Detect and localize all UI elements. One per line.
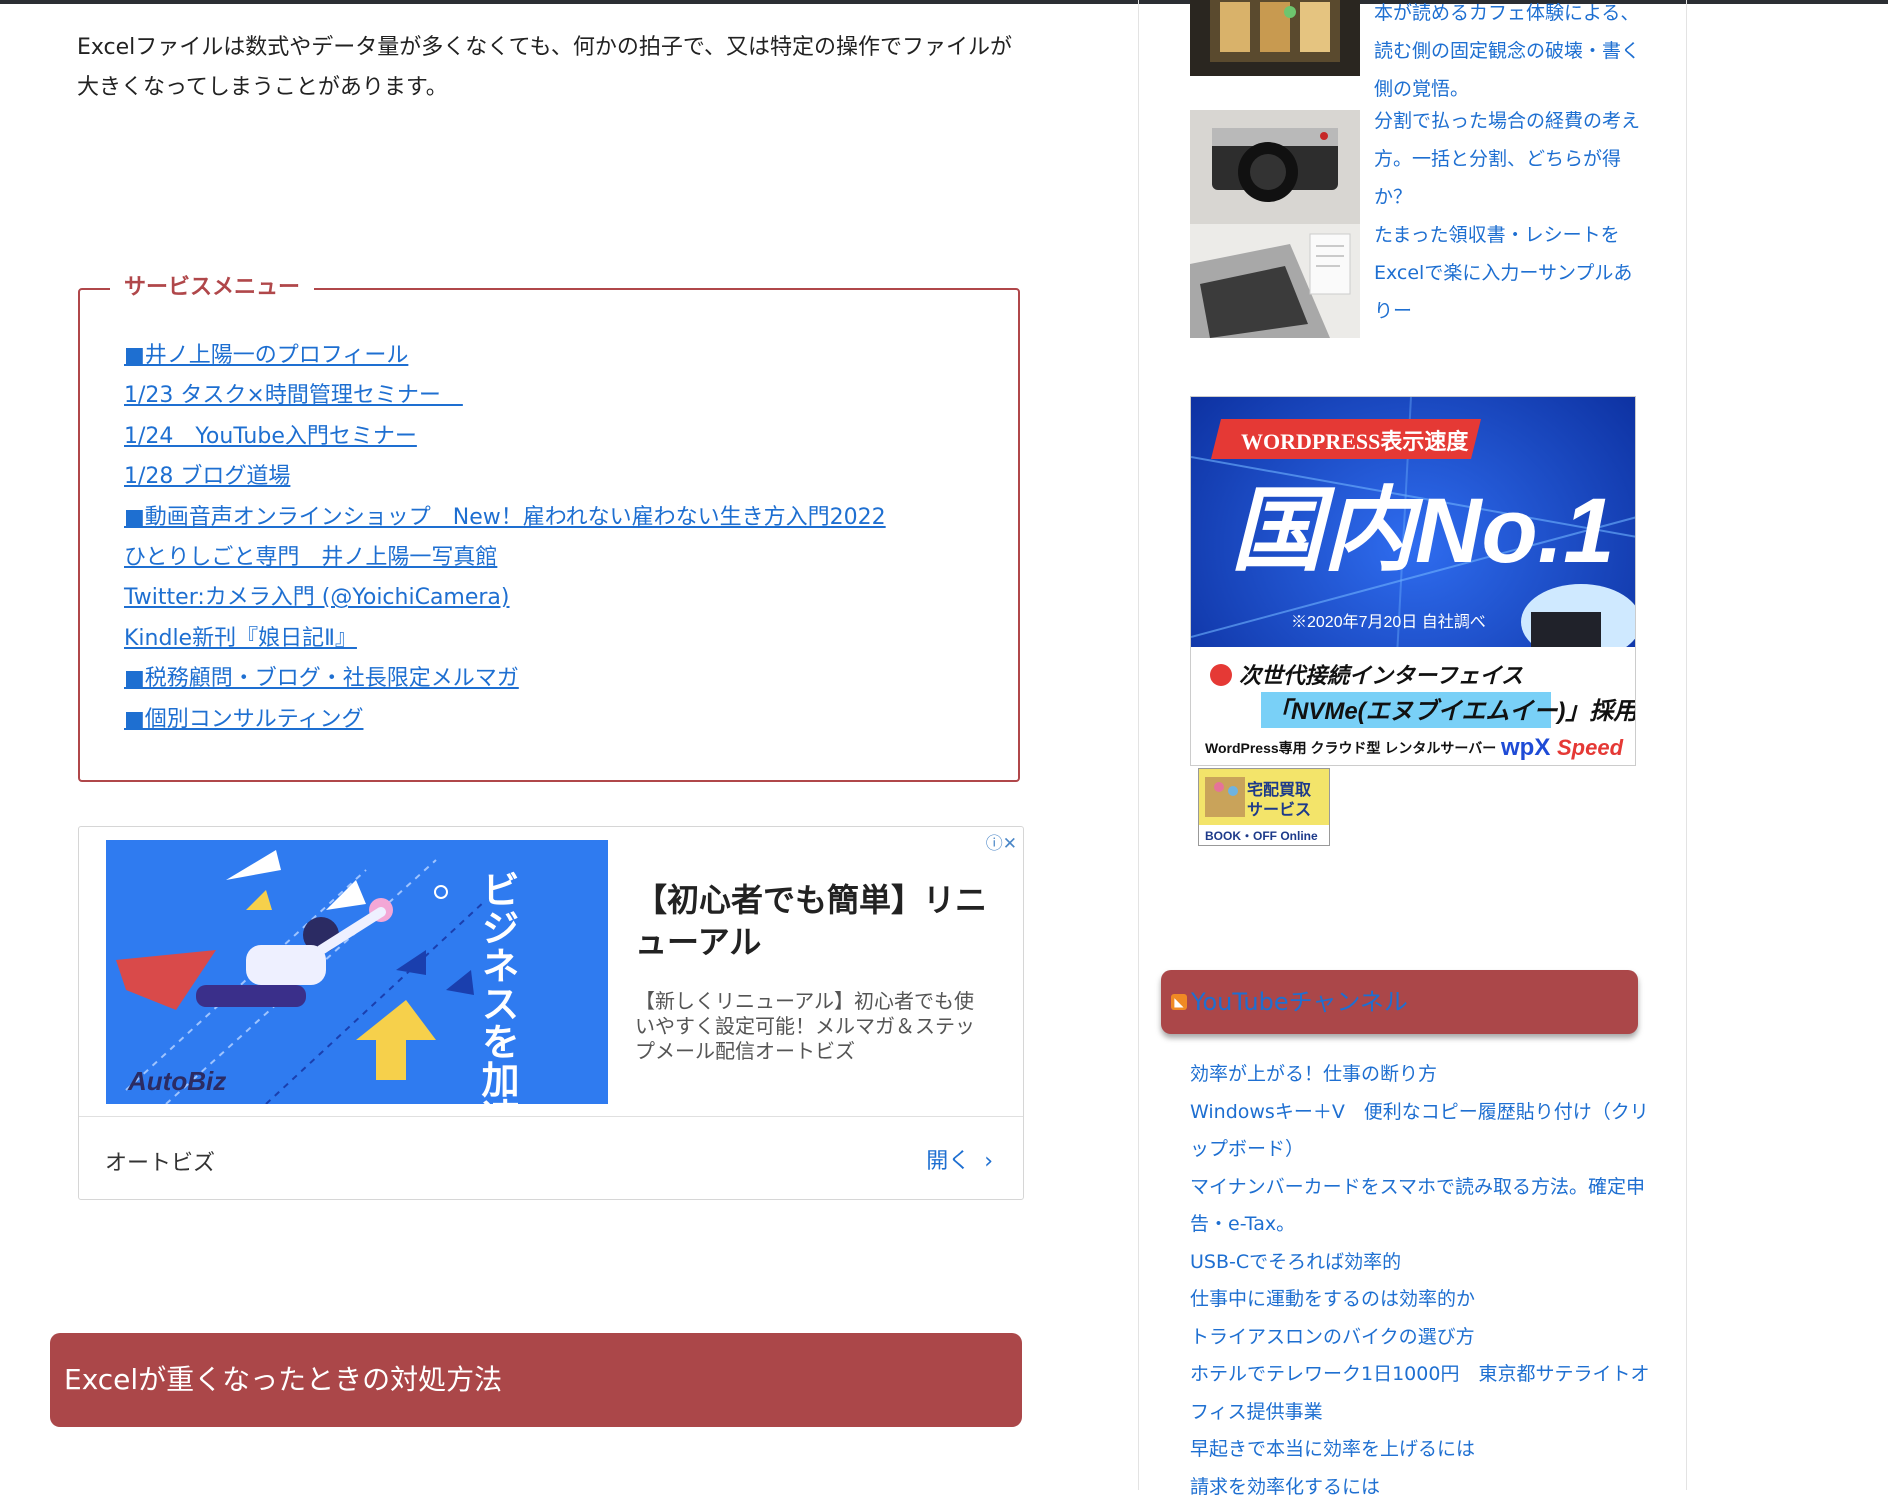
service-menu-box: サービスメニュー ■井ノ上陽一のプロフィール 1/23 タスク×時間管理セミナー…: [78, 288, 1020, 782]
list-item: ひとりしごと専門 井ノ上陽一写真館: [124, 538, 886, 578]
cafe-thumbnail: [1190, 0, 1360, 76]
youtube-video-link[interactable]: 効率が上がる！仕事の断り方: [1190, 1056, 1650, 1094]
sidebar-left-border: [1138, 0, 1139, 1490]
recent-post-thumbnail[interactable]: [1190, 224, 1360, 338]
service-link-profile[interactable]: ■井ノ上陽一のプロフィール: [124, 343, 408, 368]
wpx-brand-text: wpX: [1500, 734, 1550, 761]
ad-headline[interactable]: 【初心者でも簡単】リニューアル: [635, 879, 995, 963]
bookoff-line2: サービス: [1247, 801, 1311, 819]
list-item: ■個別コンサルティング: [124, 700, 886, 740]
recent-post-title[interactable]: 分割で払った場合の経費の考え方。一括と分割、どちらが得か？: [1374, 102, 1644, 216]
recent-post-thumbnail[interactable]: [1190, 110, 1360, 224]
recent-post-title[interactable]: 本が読めるカフェ体験による、読む側の固定観念の破壊・書く側の覚悟。: [1374, 0, 1644, 108]
wpx-badge-text: WORDPRESS表示速度: [1241, 429, 1469, 454]
service-link-photo-gallery[interactable]: ひとりしごと専門 井ノ上陽一写真館: [124, 545, 497, 570]
ad-footer: オートビズ 開く ›: [79, 1116, 1023, 1200]
ad-choices-icon[interactable]: ⓘ✕: [986, 829, 1017, 854]
service-link-online-shop[interactable]: ■動画音声オンラインショップ New！雇われない雇わない生き方入門2022: [124, 505, 886, 530]
service-link-youtube-seminar[interactable]: 1/24 YouTube入門セミナー: [124, 424, 417, 449]
youtube-video-link[interactable]: マイナンバーカードをスマホで読み取る方法。確定申告・e-Tax。: [1190, 1169, 1650, 1244]
youtube-video-list: 効率が上がる！仕事の断り方 Windowsキー＋V 便利なコピー履歴貼り付け（ク…: [1190, 1056, 1650, 1506]
wpx-feature1-text: 次世代接続インターフェイス: [1239, 663, 1523, 688]
service-link-blog-dojo[interactable]: 1/28 ブログ道場: [124, 464, 290, 489]
service-link-consulting[interactable]: ■個別コンサルティング: [124, 707, 363, 732]
list-item: ■井ノ上陽一のプロフィール: [124, 336, 886, 376]
ad-brand-text: AutoBiz: [127, 1066, 226, 1096]
youtube-widget-header: ◣ YouTubeチャンネル: [1161, 970, 1638, 1034]
bookoff-banner[interactable]: 宅配買取 サービス BOOK・OFF Online: [1198, 768, 1330, 846]
chevron-right-icon: ›: [977, 1149, 993, 1174]
youtube-widget-title[interactable]: YouTubeチャンネル: [1191, 984, 1408, 1020]
youtube-video-link[interactable]: USB-Cでそろれば効率的: [1190, 1244, 1650, 1282]
service-link-task-seminar[interactable]: 1/23 タスク×時間管理セミナー: [124, 383, 463, 408]
recent-post-thumbnail[interactable]: [1190, 0, 1360, 76]
bookoff-logo: BOOK・OFF Online: [1205, 829, 1318, 843]
youtube-video-link[interactable]: 早起きで本当に効率を上げるには: [1190, 1431, 1650, 1469]
service-menu-title: サービスメニュー: [110, 270, 314, 306]
youtube-video-link[interactable]: ホテルでテレワーク1日1000円 東京都サテライトオフィス提供事業: [1190, 1356, 1650, 1431]
youtube-video-link[interactable]: トライアスロンのバイクの選び方: [1190, 1319, 1650, 1357]
list-item: ■動画音声オンラインショップ New！雇われない雇わない生き方入門2022: [124, 498, 886, 538]
list-item: Twitter:カメラ入門 (@YoichiCamera): [124, 578, 886, 618]
bookoff-line1: 宅配買取: [1247, 780, 1311, 799]
ad-description[interactable]: 【新しくリニューアル】初心者でも使いやすく設定可能！メルマガ＆ステップメール配信…: [635, 989, 975, 1064]
youtube-video-link[interactable]: Windowsキー＋V 便利なコピー履歴貼り付け（クリップボード）: [1190, 1094, 1650, 1169]
ad-open-button[interactable]: 開く ›: [926, 1143, 993, 1175]
service-menu-list: ■井ノ上陽一のプロフィール 1/23 タスク×時間管理セミナー 1/24 You…: [124, 336, 886, 740]
wpx-note-text: ※2020年7月20日 自社調べ: [1291, 613, 1486, 631]
rss-icon[interactable]: ◣: [1171, 994, 1187, 1010]
youtube-video-link[interactable]: 請求を効率化するには: [1190, 1469, 1650, 1506]
ad-open-label: 開く: [926, 1149, 970, 1174]
intro-paragraph: Excelファイルは数式やデータ量が多くなくても、何かの拍子で、又は特定の操作で…: [77, 28, 1027, 108]
ad-advertiser[interactable]: オートビズ: [105, 1145, 215, 1177]
wpx-footer-text: WordPress専用 クラウド型 レンタルサーバー: [1205, 740, 1496, 756]
camera-thumbnail: [1190, 110, 1360, 224]
youtube-video-link[interactable]: 仕事中に運動をするのは効率的か: [1190, 1281, 1650, 1319]
recent-post-title[interactable]: たまった領収書・レシートをExcelで楽に入力ーサンプルありー: [1374, 216, 1644, 330]
service-link-kindle[interactable]: Kindle新刊『娘日記Ⅱ』: [124, 626, 357, 651]
wpx-main-text: 国内No.1: [1231, 480, 1614, 582]
wpx-feature2-text: 「NVMe(エヌブイエムイー)」採用！: [1267, 697, 1636, 725]
service-link-twitter[interactable]: Twitter:カメラ入門 (@YoichiCamera): [124, 585, 510, 610]
laptop-receipt-thumbnail: [1190, 224, 1360, 338]
list-item: 1/28 ブログ道場: [124, 457, 886, 497]
ad-image[interactable]: ビジネスを加速する AutoBiz: [106, 840, 608, 1104]
ad-image-text: ビジネスを加速する: [475, 870, 519, 1104]
wpx-ad-graphic: WORDPRESS表示速度 国内No.1 ※2020年7月20日 自社調べ 次世…: [1191, 397, 1636, 766]
sidebar-right-border: [1686, 0, 1687, 1490]
list-item: Kindle新刊『娘日記Ⅱ』: [124, 619, 886, 659]
list-item: 1/23 タスク×時間管理セミナー: [124, 376, 886, 416]
service-link-mailmag[interactable]: ■税務顧問・ブログ・社長限定メルマガ: [124, 666, 519, 691]
wpx-speed-ad[interactable]: WORDPRESS表示速度 国内No.1 ※2020年7月20日 自社調べ 次世…: [1190, 396, 1636, 766]
list-item: ■税務顧問・ブログ・社長限定メルマガ: [124, 659, 886, 699]
autobiz-ad[interactable]: ⓘ✕ ビジネスを加速する AutoBiz 【初心者でも簡単】リニューアル 【新し…: [78, 826, 1024, 1200]
list-item: 1/24 YouTube入門セミナー: [124, 417, 886, 457]
wpx-brand-speed-text: Speed: [1557, 735, 1624, 760]
ad-illustration: ビジネスを加速する AutoBiz: [106, 840, 608, 1104]
section-heading: Excelが重くなったときの対処方法: [50, 1333, 1022, 1427]
bookoff-graphic: 宅配買取 サービス BOOK・OFF Online: [1199, 769, 1329, 845]
